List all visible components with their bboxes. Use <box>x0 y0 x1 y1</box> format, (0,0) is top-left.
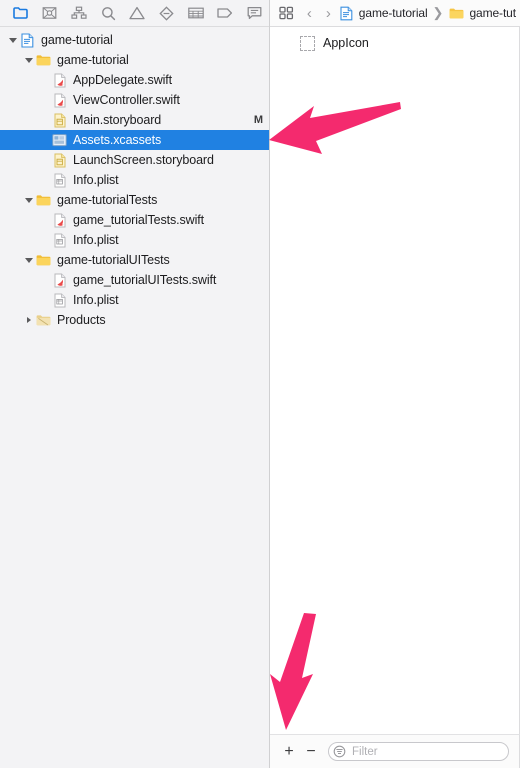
tree-row[interactable]: Assets.xcassets <box>0 130 269 150</box>
disclosure-triangle-open-icon[interactable] <box>22 250 35 270</box>
tree-row[interactable]: game-tutorial <box>0 30 269 50</box>
folder-icon <box>448 5 465 21</box>
project-navigator-pane: game-tutorial game-tutorial AppDelegate.sw… <box>0 0 270 768</box>
source-control-icon[interactable] <box>35 1 64 25</box>
tree-row-label: Info.plist <box>73 293 119 307</box>
project-icon <box>338 5 355 21</box>
forward-button[interactable]: › <box>319 6 338 21</box>
navigator-toolbar <box>0 0 269 27</box>
tree-row-label: ViewController.swift <box>73 93 180 107</box>
tree-row-label: AppDelegate.swift <box>73 73 173 87</box>
tree-row[interactable]: game-tutorialTests <box>0 190 269 210</box>
list-icon[interactable] <box>181 1 210 25</box>
warning-icon[interactable] <box>123 1 152 25</box>
tree-row[interactable]: Main.storyboard M <box>0 110 269 130</box>
storyboard-icon <box>51 152 68 168</box>
back-button[interactable]: ‹ <box>300 6 319 21</box>
storyboard-icon <box>51 112 68 128</box>
breadcrumb-item-project[interactable]: game-tutorial <box>338 5 428 21</box>
swift-icon <box>51 212 68 228</box>
add-button[interactable]: + <box>278 741 300 763</box>
breadcrumb-separator: ❯ <box>432 5 444 20</box>
swift-icon <box>51 92 68 108</box>
tree-row-label: game_tutorialTests.swift <box>73 213 204 227</box>
disclosure-triangle-open-icon[interactable] <box>6 30 19 50</box>
tree-row[interactable]: game-tutorial <box>0 50 269 70</box>
asset-set-list[interactable]: AppIcon <box>270 27 520 734</box>
list-item[interactable]: AppIcon <box>270 32 519 54</box>
jump-bar: ‹ › game-tutorial ❯ game-tut <box>270 0 520 27</box>
breadcrumb-item-folder[interactable]: game-tut <box>448 5 516 21</box>
folder-icon <box>35 252 52 268</box>
tree-row-label: game-tutorial <box>41 33 113 47</box>
search-icon[interactable] <box>94 1 123 25</box>
tag-icon[interactable] <box>211 1 240 25</box>
xcode-window: game-tutorial game-tutorial AppDelegate.sw… <box>0 0 520 768</box>
swift-icon <box>51 72 68 88</box>
tree-row[interactable]: Info.plist <box>0 230 269 250</box>
filter-placeholder: Filter <box>352 745 378 758</box>
tree-row-label: Info.plist <box>73 173 119 187</box>
asset-list-bottom-bar: + − Filter <box>270 734 520 768</box>
folder-icon <box>35 192 52 208</box>
tree-row[interactable]: game_tutorialUITests.swift <box>0 270 269 290</box>
xcassets-icon <box>51 132 68 148</box>
tree-row[interactable]: Info.plist <box>0 290 269 310</box>
asset-catalog-editor: ‹ › game-tutorial ❯ game-tut AppIcon + −… <box>270 0 520 768</box>
hierarchy-icon[interactable] <box>64 1 93 25</box>
disclosure-triangle-open-icon[interactable] <box>22 190 35 210</box>
diamond-icon[interactable] <box>152 1 181 25</box>
tree-row[interactable]: game-tutorialUITests <box>0 250 269 270</box>
breadcrumb-label: game-tut <box>469 6 516 20</box>
plist-icon <box>51 172 68 188</box>
folder-icon <box>35 52 52 68</box>
tree-row-label: game-tutorialTests <box>57 193 158 207</box>
swift-icon <box>51 272 68 288</box>
tree-row[interactable]: ViewController.swift <box>0 90 269 110</box>
file-tree[interactable]: game-tutorial game-tutorial AppDelegate.sw… <box>0 27 269 768</box>
tree-row-label: Products <box>57 313 106 327</box>
report-icon[interactable] <box>240 1 269 25</box>
tree-row-label: game-tutorial <box>57 53 129 67</box>
tree-row-label: Assets.xcassets <box>73 133 162 147</box>
asset-name-label: AppIcon <box>323 36 369 50</box>
tree-row[interactable]: Info.plist <box>0 170 269 190</box>
tree-row[interactable]: game_tutorialTests.swift <box>0 210 269 230</box>
disclosure-triangle-closed-icon[interactable] <box>22 310 35 330</box>
plist-icon <box>51 292 68 308</box>
tree-row[interactable]: LaunchScreen.storyboard <box>0 150 269 170</box>
asset-placeholder-icon <box>300 35 315 51</box>
filter-icon <box>333 745 348 758</box>
related-items-icon[interactable] <box>274 6 300 20</box>
disclosure-triangle-open-icon[interactable] <box>22 50 35 70</box>
tree-row-label: game_tutorialUITests.swift <box>73 273 217 287</box>
remove-button[interactable]: − <box>300 741 322 763</box>
tree-row[interactable]: AppDelegate.swift <box>0 70 269 90</box>
tree-row[interactable]: Products <box>0 310 269 330</box>
tree-row-label: Main.storyboard <box>73 113 162 127</box>
project-icon <box>19 32 36 48</box>
plist-icon <box>51 232 68 248</box>
folder-gray-icon <box>35 312 52 328</box>
tree-row-label: Info.plist <box>73 233 119 247</box>
status-badge: M <box>253 114 263 126</box>
tree-row-label: LaunchScreen.storyboard <box>73 153 214 167</box>
filter-input[interactable]: Filter <box>328 742 509 761</box>
breadcrumb-label: game-tutorial <box>358 6 428 20</box>
tree-row-label: game-tutorialUITests <box>57 253 170 267</box>
folder-icon[interactable] <box>6 1 35 25</box>
